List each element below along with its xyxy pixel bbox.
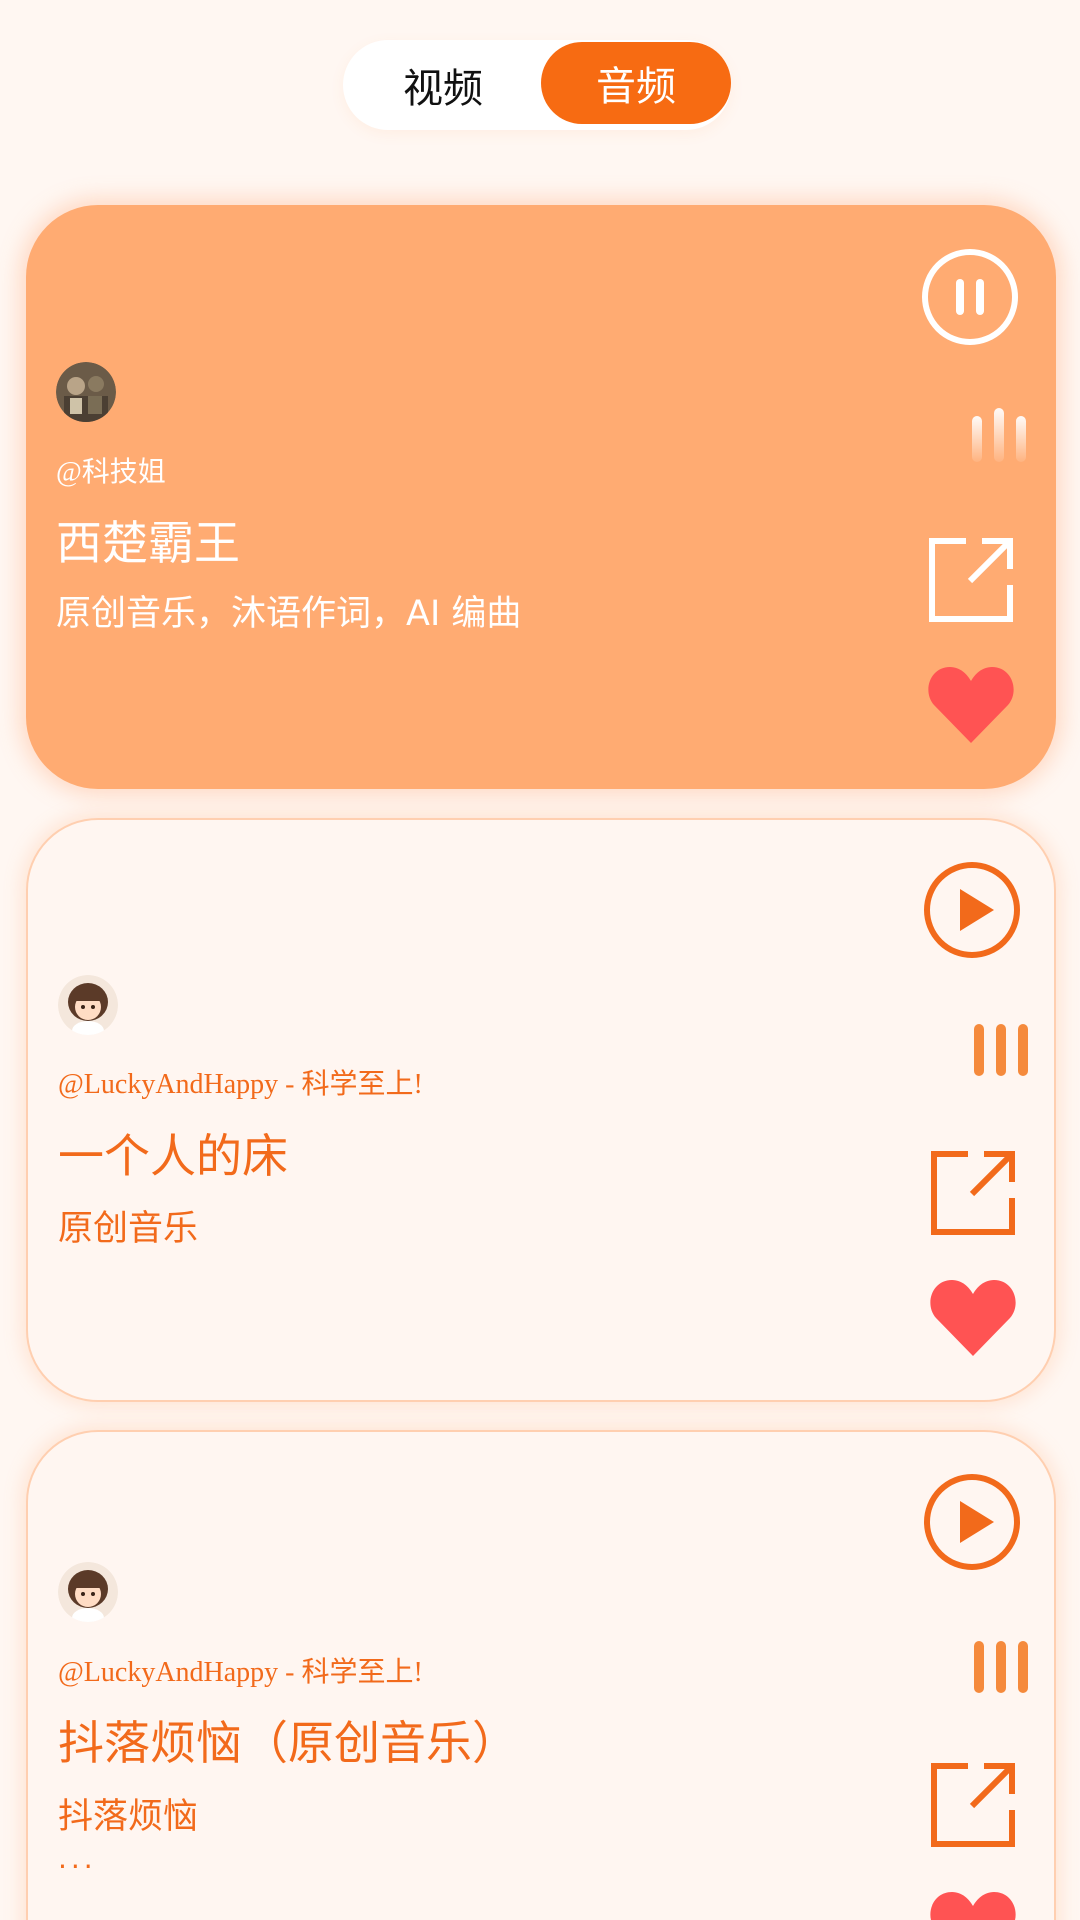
share-icon	[931, 1151, 1015, 1235]
heart-icon	[930, 1892, 1016, 1920]
share-icon	[929, 538, 1013, 622]
play-button[interactable]	[922, 860, 1022, 960]
pause-button[interactable]	[920, 247, 1020, 347]
track-title: 抖落烦恼（原创音乐）	[58, 1716, 518, 1770]
heart-icon	[930, 1280, 1016, 1356]
like-button[interactable]	[928, 1278, 1018, 1358]
avatar-photo-icon	[56, 362, 116, 422]
heart-icon	[928, 667, 1014, 743]
share-icon	[931, 1763, 1015, 1847]
like-button[interactable]	[928, 1890, 1018, 1920]
track-title: 一个人的床	[58, 1129, 288, 1183]
share-button[interactable]	[926, 535, 1016, 625]
tab-video[interactable]: 视频	[343, 40, 543, 130]
avatar-girl-icon	[58, 975, 118, 1035]
avatar[interactable]	[56, 362, 116, 422]
pause-icon	[922, 249, 1018, 345]
equalizer-icon	[970, 406, 1030, 462]
play-icon	[924, 1474, 1020, 1570]
author-handle[interactable]: @LuckyAndHappy - 科学至上!	[58, 1062, 423, 1102]
track-description: 抖落烦恼	[58, 1797, 199, 1837]
track-description: 原创音乐，沐语作词，AI 编曲	[56, 594, 522, 634]
avatar[interactable]	[58, 975, 118, 1035]
avatar-girl-icon	[58, 1562, 118, 1622]
avatar[interactable]	[58, 1562, 118, 1622]
track-title: 西楚霸王	[56, 516, 240, 570]
track-description: 原创音乐	[58, 1209, 199, 1249]
more-ellipsis[interactable]: ···	[58, 1850, 97, 1883]
share-button[interactable]	[928, 1760, 1018, 1850]
author-handle[interactable]: @科技姐	[56, 450, 166, 490]
play-icon	[924, 862, 1020, 958]
equalizer-icon	[972, 1020, 1032, 1076]
share-button[interactable]	[928, 1148, 1018, 1238]
equalizer-icon	[972, 1637, 1032, 1693]
audio-card[interactable]: @LuckyAndHappy - 科学至上! 抖落烦恼（原创音乐） 抖落烦恼 ·…	[26, 1430, 1056, 1920]
like-button[interactable]	[926, 665, 1016, 745]
author-handle[interactable]: @LuckyAndHappy - 科学至上!	[58, 1650, 423, 1690]
media-type-tabs: 视频 音频	[343, 40, 731, 130]
audio-feed-page: 视频 音频 @科技姐 西楚霸王 原创音乐，沐语作词，AI 编曲 @LuckyAn…	[0, 0, 1080, 1920]
audio-card[interactable]: @LuckyAndHappy - 科学至上! 一个人的床 原创音乐	[26, 818, 1056, 1402]
play-button[interactable]	[922, 1472, 1022, 1572]
tab-audio[interactable]: 音频	[541, 42, 731, 124]
audio-card-playing[interactable]: @科技姐 西楚霸王 原创音乐，沐语作词，AI 编曲	[26, 205, 1056, 789]
